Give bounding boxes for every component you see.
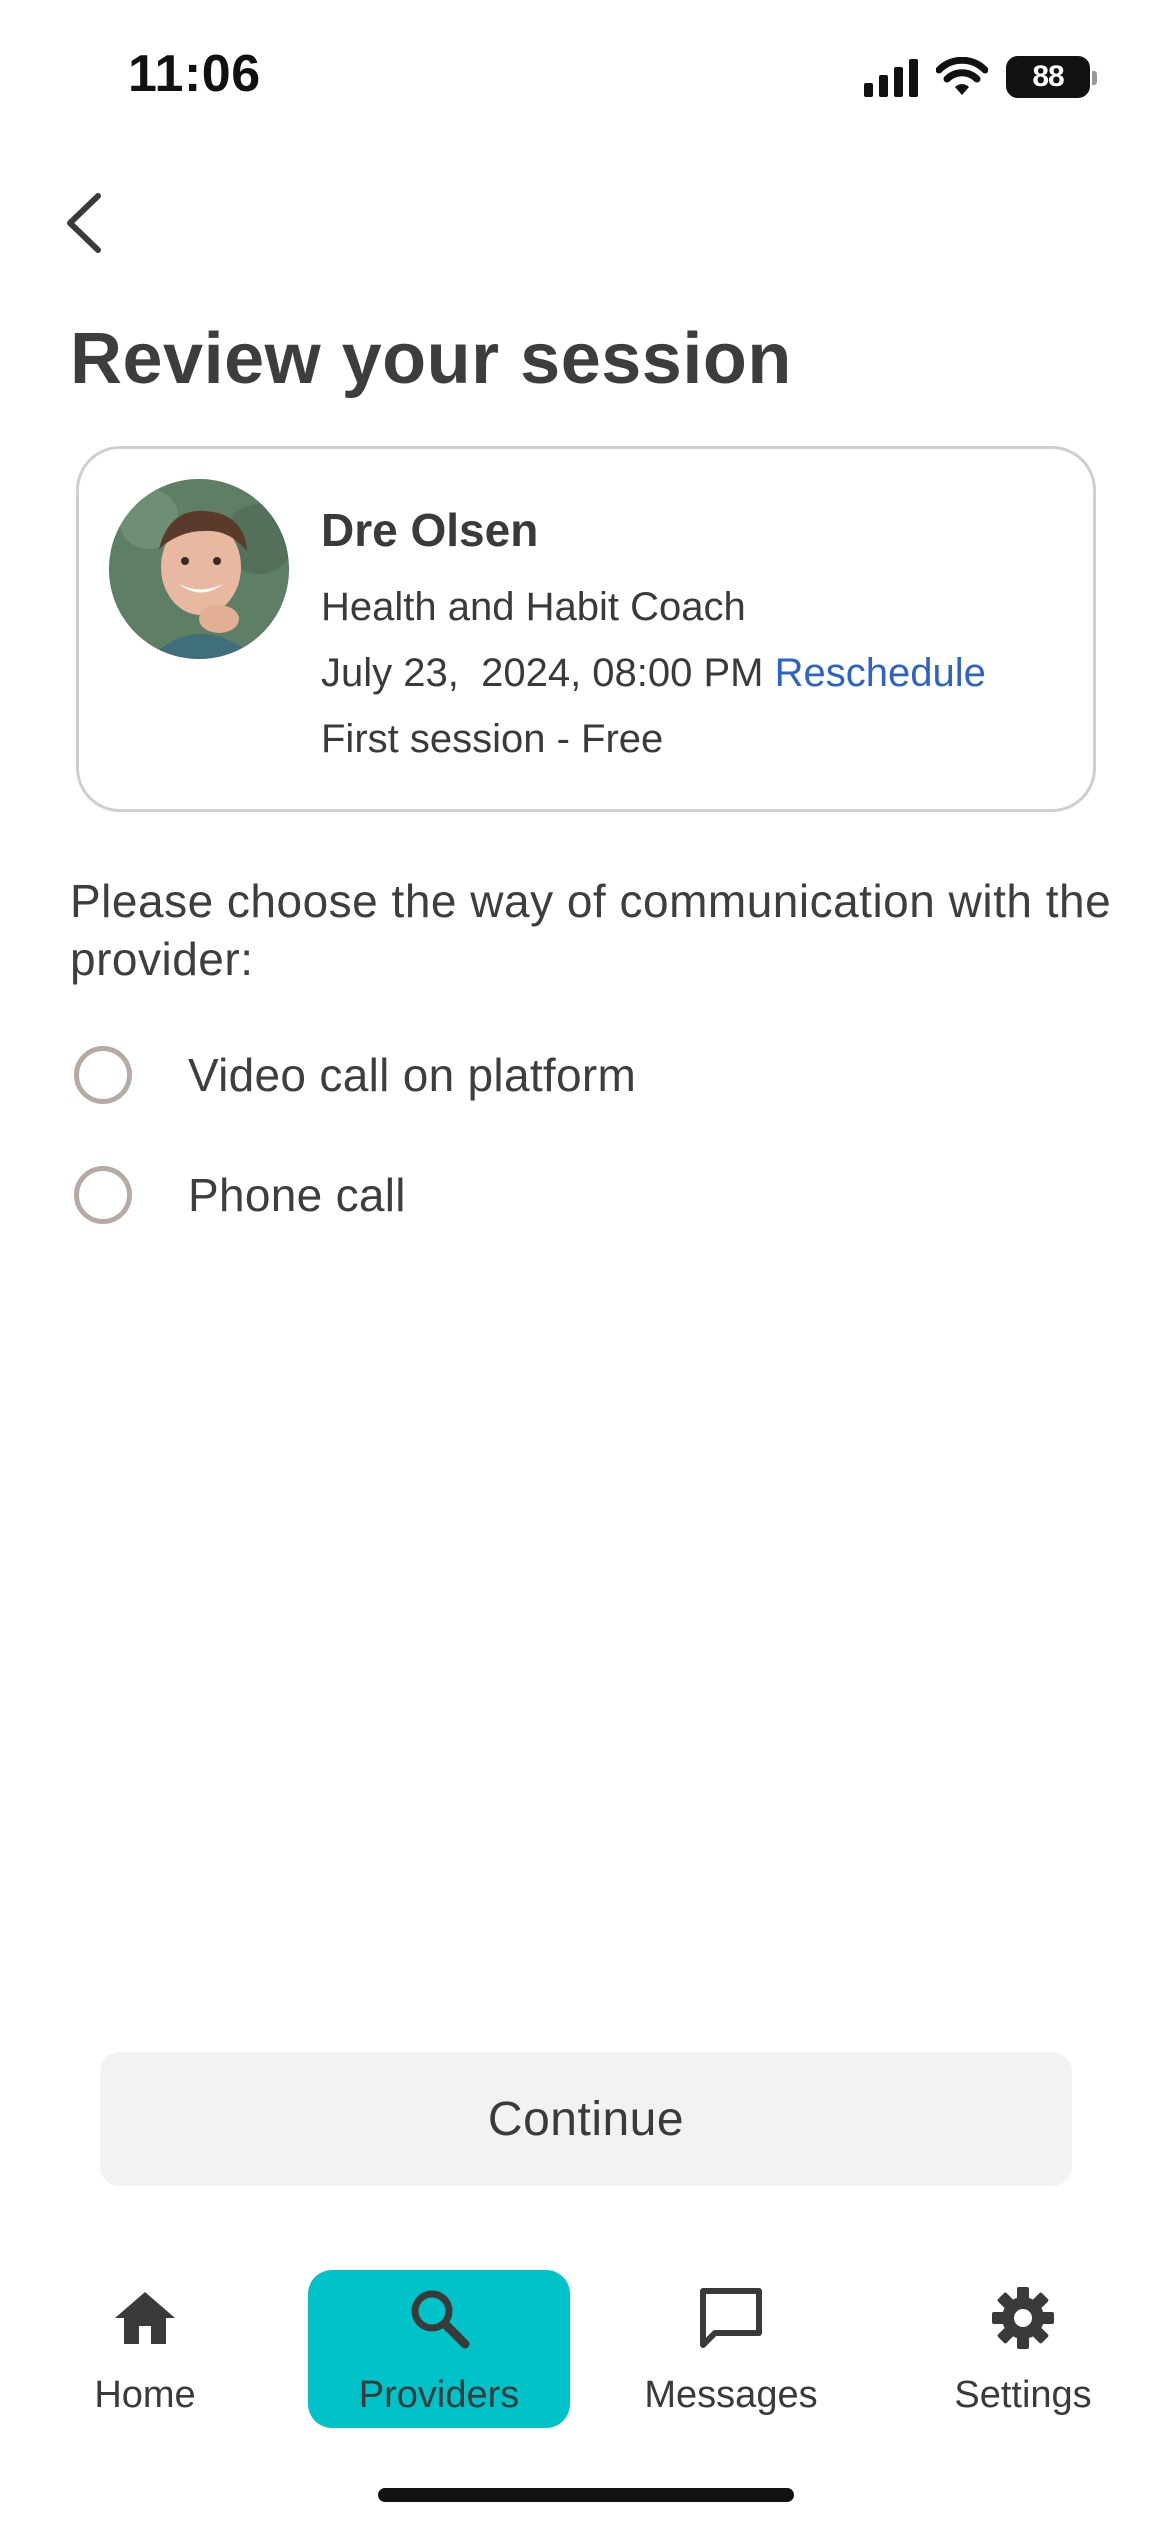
back-button[interactable] (52, 188, 122, 258)
tab-messages[interactable]: Messages (600, 2270, 862, 2428)
status-icons: 88 (864, 52, 1097, 102)
reschedule-link[interactable]: Reschedule (775, 651, 986, 695)
message-icon (695, 2282, 767, 2354)
provider-role: Health and Habit Coach (321, 585, 746, 629)
tab-home[interactable]: Home (14, 2270, 276, 2428)
provider-name: Dre Olsen (321, 504, 539, 556)
cellular-signal-icon (864, 57, 918, 97)
battery-icon: 88 (1006, 56, 1097, 98)
home-indicator[interactable] (378, 2488, 794, 2502)
radio-button[interactable] (74, 1166, 132, 1224)
battery-level: 88 (1032, 60, 1064, 93)
communication-prompt: Please choose the way of communication w… (70, 875, 1112, 985)
option-label: Video call on platform (188, 1049, 637, 1101)
chevron-left-icon (67, 193, 101, 253)
provider-card: Dre Olsen Health and Habit Coach July 23… (76, 446, 1096, 812)
tab-providers[interactable]: Providers (308, 2270, 570, 2428)
status-bar: 11:06 88 (0, 0, 1170, 150)
session-price: First session - Free (321, 717, 664, 761)
home-icon (109, 2282, 181, 2354)
status-time: 11:06 (128, 45, 261, 103)
tab-label: Providers (358, 2374, 520, 2416)
option-video-call[interactable]: Video call on platform (74, 1040, 636, 1110)
search-icon (403, 2282, 475, 2354)
provider-avatar (109, 479, 289, 659)
gear-icon (987, 2282, 1059, 2354)
radio-button[interactable] (74, 1046, 132, 1104)
continue-button[interactable]: Continue (100, 2052, 1072, 2186)
tab-label: Settings (954, 2374, 1092, 2416)
tab-label: Home (94, 2374, 196, 2416)
wifi-icon (936, 57, 988, 95)
option-label: Phone call (188, 1169, 406, 1221)
tab-settings[interactable]: Settings (892, 2270, 1154, 2428)
tab-label: Messages (644, 2374, 818, 2416)
session-datetime: July 23, 2024, 08:00 PM Reschedule (321, 651, 986, 696)
page-title: Review your session (70, 319, 792, 399)
session-datetime-text: July 23, 2024, 08:00 PM (321, 651, 764, 695)
screen: 11:06 88 Review your session Dre Olsen H… (0, 0, 1170, 2532)
option-phone-call[interactable]: Phone call (74, 1160, 406, 1230)
tab-bar: Home Providers Messages Settings (0, 2260, 1170, 2440)
